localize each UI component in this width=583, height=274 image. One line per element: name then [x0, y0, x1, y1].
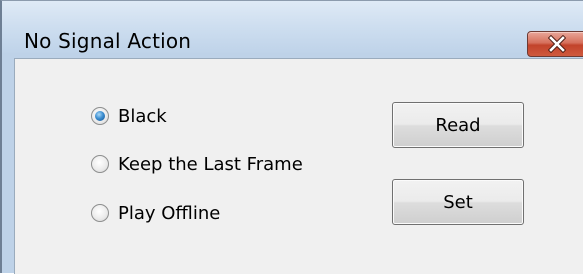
radio-selected-dot: [95, 111, 105, 121]
dialog-window: No Signal Action Black Keep the Last Fra…: [0, 0, 583, 274]
radio-button[interactable]: [91, 107, 109, 125]
radio-option-play-offline[interactable]: Play Offline: [91, 202, 220, 224]
radio-option-keep-last-frame[interactable]: Keep the Last Frame: [91, 153, 303, 175]
close-button[interactable]: [527, 31, 583, 57]
radio-option-black[interactable]: Black: [91, 105, 167, 127]
radio-label: Black: [118, 105, 167, 127]
window-title: No Signal Action: [24, 29, 192, 53]
radio-button[interactable]: [91, 155, 109, 173]
radio-label: Keep the Last Frame: [118, 153, 303, 175]
radio-label: Play Offline: [118, 202, 221, 224]
dialog-body: Black Keep the Last Frame Play Offline R…: [14, 58, 583, 274]
set-button[interactable]: Set: [392, 179, 524, 225]
radio-button[interactable]: [91, 204, 109, 222]
close-icon: [548, 35, 566, 53]
read-button[interactable]: Read: [392, 102, 524, 148]
title-bar[interactable]: No Signal Action: [2, 1, 583, 57]
